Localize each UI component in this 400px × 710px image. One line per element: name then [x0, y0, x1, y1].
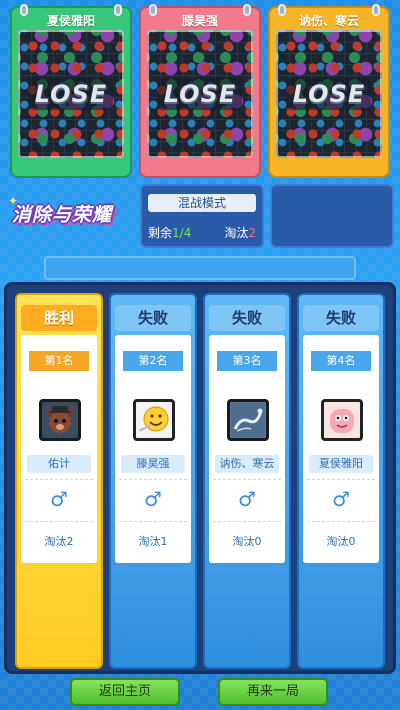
result-status: 失败 [209, 305, 285, 331]
rank-ribbon: 第1名 [29, 351, 89, 371]
smiley-avatar-icon [133, 399, 175, 441]
male-icon: ♂ [50, 487, 68, 511]
rank-ribbon: 第4名 [311, 351, 371, 371]
result-status: 胜利 [21, 305, 97, 331]
elimination-count: 淘汰0 [326, 535, 356, 548]
player-card: 第1名 佑计 ♂ 淘汰2 [21, 335, 97, 563]
result-status: 失败 [303, 305, 379, 331]
male-icon: ♂ [332, 487, 350, 511]
starfish-avatar-icon [321, 399, 363, 441]
board-player-name: 夏侯雅阳 [46, 14, 95, 28]
eliminated-label: 淘汰 [224, 226, 249, 240]
board-grid: LOSE [147, 30, 253, 158]
elimination-count: 淘汰1 [138, 535, 168, 548]
lose-label: LOSE [28, 78, 114, 110]
opponent-board: 讷伤、寒云 LOSE [268, 4, 390, 178]
remaining-count: 剩余1/4 [148, 224, 191, 241]
opponent-board: 夏侯雅阳 LOSE [10, 4, 132, 178]
divider [307, 479, 375, 480]
result-status: 失败 [115, 305, 191, 331]
return-home-button[interactable]: 返回主页 [70, 678, 180, 706]
eliminated-count: 淘汰2 [224, 224, 256, 241]
dragon-avatar-icon [227, 399, 269, 441]
remaining-label: 剩余 [148, 226, 173, 240]
logo-text: 消除与荣耀 [12, 204, 113, 226]
opponent-boards: 夏侯雅阳 LOSE 滕昊强 LOSE 讷伤、寒云 LOSE [10, 4, 390, 178]
result-column: 失败 第4名 夏侯雅阳 ♂ 淘汰0 [297, 293, 385, 669]
game-logo: ✦ 消除与荣耀 [4, 188, 136, 240]
board-grid: LOSE [276, 30, 382, 158]
mode-title: 混战模式 [148, 194, 256, 212]
player-name: 佑计 [27, 455, 91, 473]
remaining-value: 1/4 [172, 226, 192, 240]
info-panel [270, 184, 394, 248]
rank-ribbon: 第3名 [217, 351, 277, 371]
board-grid: LOSE [18, 30, 124, 158]
male-icon: ♂ [144, 487, 162, 511]
player-name: 夏侯雅阳 [309, 455, 373, 473]
divider [213, 479, 281, 480]
player-card: 第3名 讷伤、寒云 ♂ 淘汰0 [209, 335, 285, 563]
player-card: 第2名 滕昊强 ♂ 淘汰1 [115, 335, 191, 563]
mode-panel: 混战模式 剩余1/4 淘汰2 [140, 184, 264, 248]
board-player-name: 讷伤、寒云 [298, 14, 359, 28]
player-name: 讷伤、寒云 [215, 455, 279, 473]
lose-label: LOSE [157, 78, 243, 110]
result-column: 失败 第2名 滕昊强 ♂ 淘汰1 [109, 293, 197, 669]
divider [119, 479, 187, 480]
rank-ribbon: 第2名 [123, 351, 183, 371]
divider [213, 521, 281, 522]
bear-avatar-icon [39, 399, 81, 441]
divider [25, 521, 93, 522]
header-band [44, 256, 356, 280]
lose-label: LOSE [286, 78, 372, 110]
divider [307, 521, 375, 522]
divider [25, 479, 93, 480]
board-player-name: 滕昊强 [181, 14, 218, 28]
elimination-count: 淘汰0 [232, 535, 262, 548]
opponent-board: 滕昊强 LOSE [139, 4, 261, 178]
divider [119, 521, 187, 522]
player-card: 第4名 夏侯雅阳 ♂ 淘汰0 [303, 335, 379, 563]
eliminated-value: 2 [248, 226, 256, 240]
play-again-button[interactable]: 再来一局 [218, 678, 328, 706]
player-name: 滕昊强 [121, 455, 185, 473]
result-column: 胜利 第1名 佑计 ♂ 淘汰2 [15, 293, 103, 669]
elimination-count: 淘汰2 [44, 535, 74, 548]
male-icon: ♂ [238, 487, 256, 511]
result-column: 失败 第3名 讷伤、寒云 ♂ 淘汰0 [203, 293, 291, 669]
results-panel: 胜利 第1名 佑计 ♂ 淘汰2 失败 第2名 滕昊强 ♂ 淘汰1 失败 第3名 … [4, 282, 396, 674]
